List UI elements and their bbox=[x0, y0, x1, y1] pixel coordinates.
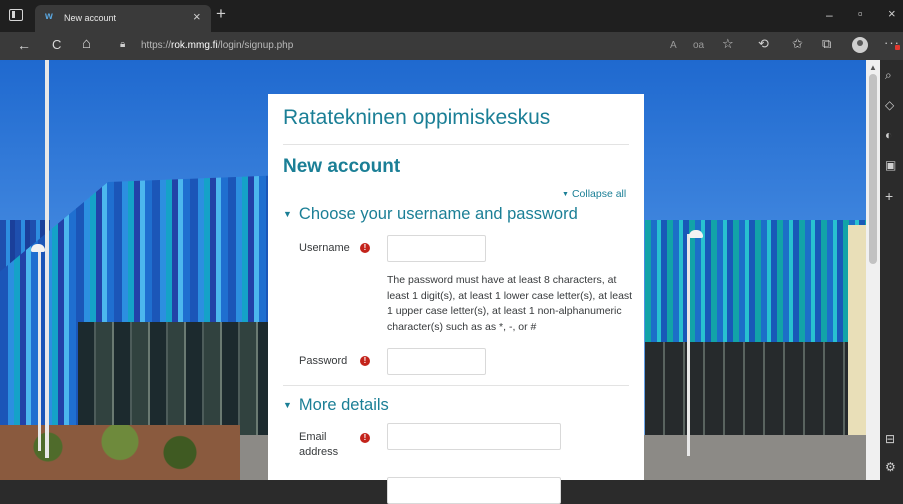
address-bar[interactable]: 🔒︎ https://rok.mmg.fi/login/signup.php bbox=[114, 36, 734, 56]
search-icon[interactable]: ⌕ bbox=[885, 68, 892, 83]
favorite-star-icon[interactable]: ☆ bbox=[722, 36, 734, 52]
tab-close-icon[interactable]: × bbox=[193, 9, 201, 24]
email-again-input[interactable] bbox=[387, 477, 561, 504]
favorites-icon[interactable]: ✩ bbox=[792, 36, 803, 52]
collapse-all-link[interactable]: ▼ Collapse all bbox=[562, 188, 626, 200]
section-legend: More details bbox=[298, 396, 389, 414]
browser-titlebar: w New account × + – ▫ × bbox=[0, 0, 903, 32]
section-legend: Choose your username and password bbox=[298, 205, 578, 223]
section-more-details-toggle[interactable]: ▼ More details bbox=[283, 396, 389, 415]
background-lamp-pole bbox=[38, 246, 41, 451]
extensions-icon[interactable]: ⟲ bbox=[758, 36, 769, 52]
profile-avatar[interactable] bbox=[852, 37, 868, 53]
url-text: https://rok.mmg.fi/login/signup.php bbox=[141, 40, 294, 51]
background-lamp bbox=[689, 230, 703, 238]
scroll-thumb[interactable] bbox=[869, 74, 877, 264]
office-icon[interactable]: ▣ bbox=[885, 158, 896, 172]
edge-sidebar: ⌕ ◇ ◐ ▣ + ⊟ ⚙ bbox=[880, 60, 903, 480]
caret-down-icon: ▼ bbox=[283, 209, 292, 219]
email-label: Email address bbox=[299, 431, 339, 458]
password-input[interactable] bbox=[387, 348, 486, 375]
restore-button[interactable]: ▫ bbox=[858, 6, 863, 21]
username-label: Username bbox=[299, 242, 350, 254]
favicon-icon: w bbox=[45, 11, 53, 22]
minimize-button[interactable]: – bbox=[826, 8, 833, 22]
shield-icon[interactable]: ◐ bbox=[885, 128, 892, 142]
signup-card: Ratatekninen oppimiskeskus New account ▼… bbox=[268, 94, 644, 504]
page-title: New account bbox=[283, 156, 401, 177]
lock-icon: 🔒︎ bbox=[120, 39, 126, 50]
username-input[interactable] bbox=[387, 235, 486, 262]
collections-icon[interactable]: ⧉ bbox=[822, 36, 831, 52]
tab-title: New account bbox=[64, 13, 117, 23]
panel-icon[interactable]: ⊟ bbox=[885, 432, 895, 446]
notification-badge bbox=[895, 45, 900, 50]
section-username-password-toggle[interactable]: ▼ Choose your username and password bbox=[283, 205, 578, 224]
refresh-icon[interactable]: C bbox=[52, 37, 61, 52]
background-building-end bbox=[848, 225, 866, 435]
header-divider bbox=[283, 144, 629, 145]
caret-down-icon: ▼ bbox=[562, 191, 569, 198]
tab-actions-icon[interactable] bbox=[9, 9, 23, 21]
password-policy-help: The password must have at least 8 charac… bbox=[387, 274, 633, 333]
email-input[interactable] bbox=[387, 423, 561, 450]
browser-navbar: ← C ⌂ 🔒︎ https://rok.mmg.fi/login/signup… bbox=[0, 32, 903, 60]
back-arrow-icon[interactable]: ← bbox=[17, 37, 31, 53]
background-lamp-pole bbox=[45, 60, 49, 458]
password-label: Password bbox=[299, 355, 348, 367]
background-lamp-pole bbox=[687, 234, 690, 456]
scroll-up-arrow-icon[interactable]: ▲ bbox=[869, 63, 877, 72]
required-icon: ! bbox=[360, 356, 370, 366]
settings-icon[interactable]: ⚙ bbox=[885, 460, 896, 474]
required-icon: ! bbox=[360, 243, 370, 253]
read-aloud-icon[interactable]: A bbox=[670, 40, 677, 51]
browser-tab-active[interactable]: w New account × bbox=[35, 5, 211, 32]
close-window-button[interactable]: × bbox=[888, 6, 896, 21]
collapse-all-label: Collapse all bbox=[571, 188, 627, 200]
background-plants bbox=[0, 425, 240, 480]
site-name[interactable]: Ratatekninen oppimiskeskus bbox=[283, 106, 550, 130]
background-lamp bbox=[31, 244, 45, 252]
plus-icon[interactable]: + bbox=[885, 188, 893, 204]
new-tab-button[interactable]: + bbox=[216, 4, 226, 24]
background-glass-facade-right bbox=[645, 342, 855, 437]
section-divider bbox=[283, 385, 629, 386]
background-glass-facade-left bbox=[78, 322, 270, 437]
immersive-reader-icon[interactable]: oa bbox=[693, 40, 704, 51]
page-scrollbar[interactable]: ▲ bbox=[866, 60, 880, 480]
required-icon: ! bbox=[360, 433, 370, 443]
home-icon[interactable]: ⌂ bbox=[82, 35, 91, 52]
caret-down-icon: ▼ bbox=[283, 400, 292, 410]
tag-icon[interactable]: ◇ bbox=[885, 98, 894, 112]
